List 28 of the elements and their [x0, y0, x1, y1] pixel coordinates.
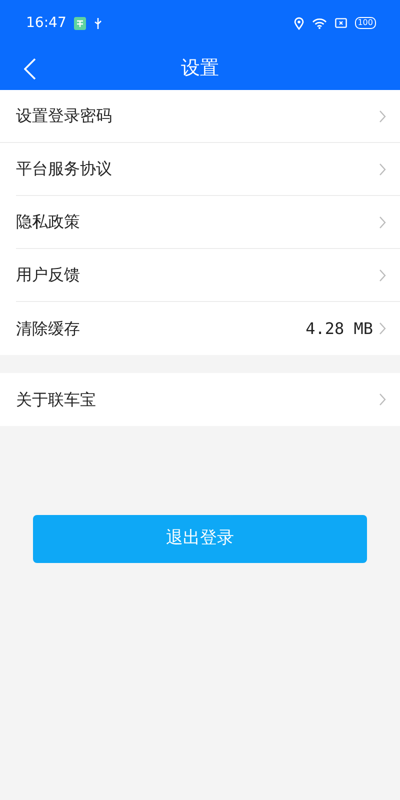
- item-value: 4.28 MB: [306, 318, 373, 340]
- item-label: 清除缓存: [16, 318, 80, 340]
- settings-item[interactable]: 设置登录密码: [0, 90, 400, 143]
- wifi-icon: [312, 18, 327, 28]
- item-label: 平台服务协议: [16, 158, 112, 180]
- usb-icon: [94, 18, 102, 28]
- settings-item[interactable]: 用户反馈: [16, 249, 400, 302]
- item-label: 用户反馈: [16, 264, 80, 286]
- battery-level: 100: [354, 17, 376, 29]
- item-label: 隐私政策: [16, 211, 80, 233]
- chevron-icon: [379, 268, 386, 282]
- location-icon: [294, 16, 304, 30]
- chevron-icon: [379, 110, 386, 122]
- chevron-icon: [379, 162, 386, 176]
- page-title: 设置: [181, 56, 219, 81]
- chevron-icon: [379, 322, 386, 335]
- settings-item[interactable]: 隐私政策: [16, 196, 400, 249]
- notification-icon: [74, 16, 86, 30]
- back-icon: [24, 58, 36, 80]
- chevron-icon: [379, 216, 386, 228]
- status-time: 16:47: [26, 14, 66, 32]
- settings-item[interactable]: 平台服务协议: [16, 143, 400, 196]
- settings-item[interactable]: 关于联车宝: [0, 373, 400, 426]
- sim-icon: [334, 18, 347, 28]
- settings-item[interactable]: 清除缓存 4.28 MB: [16, 302, 400, 355]
- item-label: 设置登录密码: [16, 105, 112, 127]
- chevron-icon: [379, 393, 386, 406]
- item-label: 关于联车宝: [16, 388, 96, 410]
